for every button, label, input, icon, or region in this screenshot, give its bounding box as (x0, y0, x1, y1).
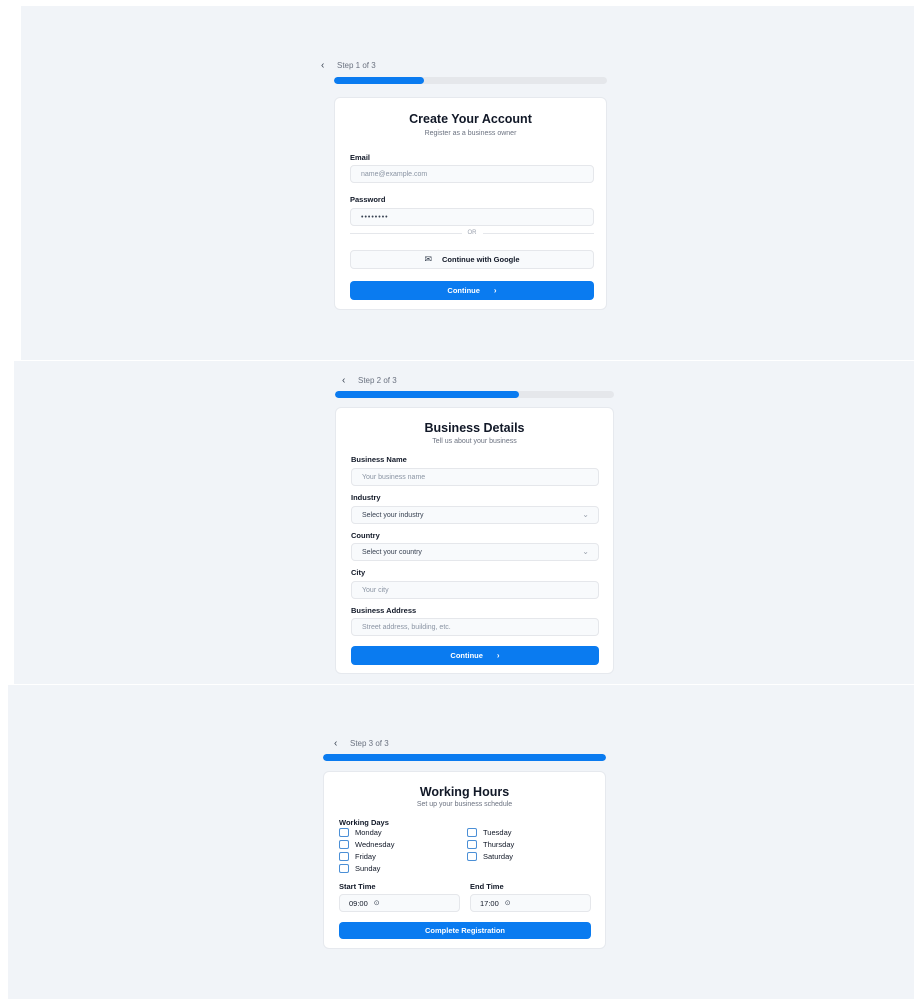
chevron-left-icon[interactable]: ‹ (342, 375, 358, 386)
google-signin-label: Continue with Google (442, 255, 520, 264)
step-indicator: Step 2 of 3 (358, 376, 397, 385)
clock-icon[interactable]: ⊙ (505, 899, 511, 907)
create-account-card: Create Your Account Register as a busine… (334, 97, 607, 310)
chevron-down-icon: ⌄ (582, 510, 589, 519)
progress-bar (334, 77, 607, 84)
day-label: Monday (355, 828, 382, 837)
checkbox[interactable] (467, 828, 477, 837)
password-label: Password (350, 195, 386, 204)
checkbox[interactable] (339, 864, 349, 873)
business-details-card: Business Details Tell us about your busi… (335, 407, 614, 674)
day-label: Sunday (355, 864, 381, 873)
working-days-group: Monday Tuesday Wednesday Thursday Friday… (339, 828, 594, 878)
progress-fill (335, 391, 520, 398)
start-time-input[interactable]: 09:00 ⊙ (339, 894, 460, 912)
start-time-value: 09:00 (349, 898, 368, 908)
or-text: OR (467, 230, 477, 236)
country-select-value: Select your country (362, 548, 422, 556)
or-divider: OR (350, 230, 594, 236)
business-address-field[interactable]: Street address, building, etc. (351, 618, 599, 636)
email-label: Email (350, 153, 371, 162)
chevron-right-icon: › (496, 651, 500, 660)
continue-button[interactable]: Continue › (350, 281, 594, 300)
progress-bar (323, 754, 606, 761)
business-name-field[interactable]: Your business name (351, 468, 599, 486)
working-days-label: Working Days (339, 818, 389, 827)
step3-header: ‹ Step 3 of 3 (334, 738, 389, 749)
day-label: Saturday (483, 852, 514, 861)
page-subtitle: Register as a business owner (424, 130, 517, 137)
page-title: Create Your Account (409, 112, 532, 126)
day-label: Friday (355, 852, 376, 861)
end-time-label: End Time (470, 882, 504, 891)
chevron-down-icon: ⌄ (582, 547, 589, 556)
country-select[interactable]: Select your country ⌄ (351, 543, 599, 561)
progress-bar (335, 391, 614, 398)
complete-registration-label: Complete Registration (424, 926, 505, 935)
city-field[interactable]: Your city (351, 581, 599, 599)
step2-header: ‹ Step 2 of 3 (342, 375, 397, 386)
clock-icon[interactable]: ⊙ (374, 899, 380, 907)
day-checkbox-saturday[interactable]: Saturday (467, 852, 513, 861)
chevron-left-icon[interactable]: ‹ (334, 738, 350, 749)
continue-label: Continue (450, 651, 483, 660)
country-label: Country (351, 531, 380, 540)
checkbox[interactable] (467, 852, 477, 861)
business-address-label: Business Address (351, 606, 417, 615)
checkbox[interactable] (339, 828, 349, 837)
continue-button[interactable]: Continue › (351, 646, 599, 665)
step1-header: ‹ Step 1 of 3 (321, 60, 376, 71)
industry-select-value: Select your industry (362, 511, 424, 519)
step-indicator: Step 1 of 3 (337, 61, 376, 70)
page-subtitle: Set up your business schedule (416, 801, 513, 808)
step-indicator: Step 3 of 3 (350, 739, 389, 748)
complete-registration-button[interactable]: Complete Registration (339, 922, 591, 939)
checkbox[interactable] (339, 852, 349, 861)
day-label: Thursday (483, 840, 515, 849)
day-checkbox-thursday[interactable]: Thursday (467, 840, 514, 849)
checkbox[interactable] (467, 840, 477, 849)
mail-icon: ✉ (424, 254, 433, 264)
day-checkbox-tuesday[interactable]: Tuesday (467, 828, 512, 837)
working-hours-card: Working Hours Set up your business sched… (323, 771, 606, 949)
checkbox[interactable] (339, 840, 349, 849)
day-label: Wednesday (355, 840, 395, 849)
start-time-label: Start Time (339, 882, 376, 891)
day-checkbox-wednesday[interactable]: Wednesday (339, 840, 394, 849)
step1-panel: ‹ Step 1 of 3 Create Your Account Regist… (21, 6, 914, 360)
continue-label: Continue (447, 286, 480, 295)
progress-fill (334, 77, 425, 84)
day-checkbox-friday[interactable]: Friday (339, 852, 376, 861)
day-label: Tuesday (483, 828, 512, 837)
day-checkbox-sunday[interactable]: Sunday (339, 864, 380, 873)
chevron-left-icon[interactable]: ‹ (321, 60, 337, 71)
business-name-label: Business Name (351, 455, 407, 464)
end-time-value: 17:00 (480, 898, 499, 908)
industry-select[interactable]: Select your industry ⌄ (351, 506, 599, 524)
step2-panel: ‹ Step 2 of 3 Business Details Tell us a… (14, 361, 914, 684)
city-label: City (351, 568, 366, 577)
password-field[interactable]: •••••••• (350, 208, 594, 226)
google-signin-button[interactable]: ✉ Continue with Google (350, 250, 594, 269)
chevron-right-icon: › (493, 286, 497, 295)
end-time-input[interactable]: 17:00 ⊙ (470, 894, 591, 912)
email-field[interactable]: name@example.com (350, 165, 594, 183)
page-title: Business Details (424, 421, 525, 435)
step3-panel: ‹ Step 3 of 3 Working Hours Set up your … (8, 685, 914, 999)
industry-label: Industry (351, 493, 381, 502)
page-subtitle: Tell us about your business (432, 438, 517, 445)
page-title: Working Hours (419, 785, 510, 799)
progress-fill (323, 754, 606, 761)
day-checkbox-monday[interactable]: Monday (339, 828, 382, 837)
